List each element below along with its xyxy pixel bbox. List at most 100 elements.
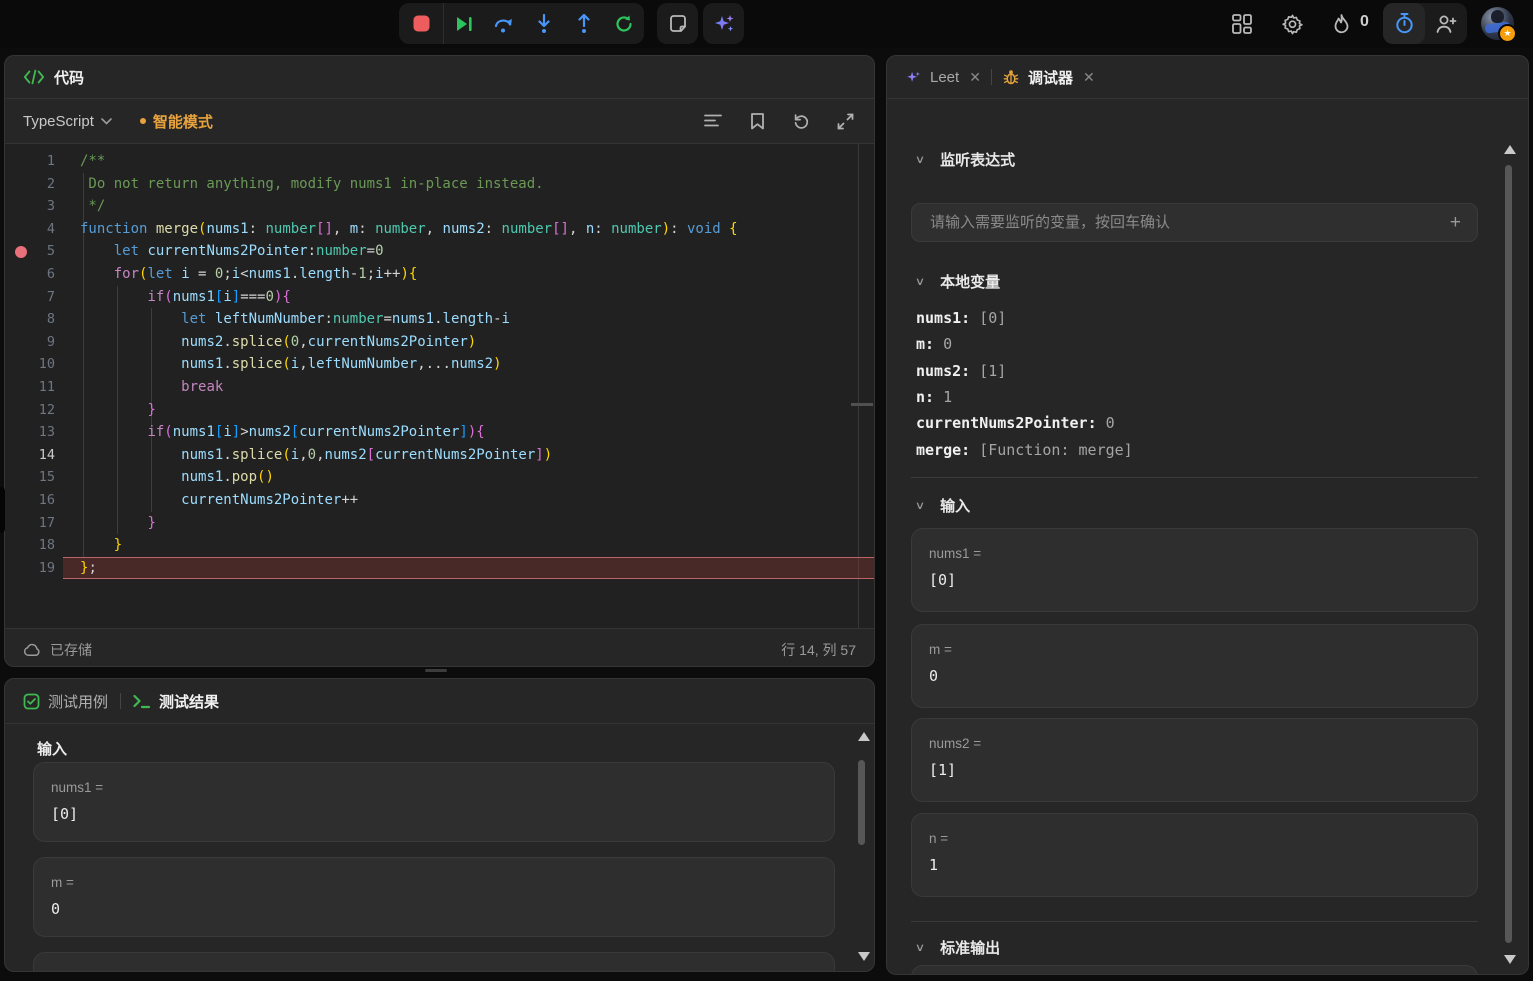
code-line[interactable]: 9 nums2.splice(0,currentNums2Pointer) <box>5 331 874 354</box>
code-line[interactable]: 12 } <box>5 399 874 422</box>
stdout-section-header[interactable]: ∨ 标准输出 <box>887 935 1000 959</box>
line-number[interactable]: 4 <box>5 218 67 241</box>
scroll-down-arrow[interactable] <box>1504 955 1516 964</box>
code-line[interactable]: 18 } <box>5 534 874 557</box>
tab-test-cases-label: 测试用例 <box>48 691 108 712</box>
panel-resize-handle[interactable] <box>425 669 447 672</box>
scroll-up-arrow[interactable] <box>858 732 870 741</box>
add-watch-icon[interactable]: + <box>1450 212 1461 234</box>
code-line-text: let currentNums2Pointer:number=0 <box>67 240 384 263</box>
step-into-button[interactable] <box>524 3 564 44</box>
user-avatar[interactable]: ★ <box>1481 7 1514 40</box>
line-number[interactable]: 7 <box>5 286 67 309</box>
watch-expression-input[interactable] <box>928 213 1450 232</box>
code-line[interactable]: 17 } <box>5 512 874 535</box>
line-number[interactable]: 11 <box>5 376 67 399</box>
editor-ruler <box>858 144 859 628</box>
notes-button[interactable] <box>657 3 698 44</box>
line-number[interactable]: 1 <box>5 150 67 173</box>
language-select[interactable]: TypeScript <box>23 113 112 130</box>
input-section-header[interactable]: ∨ 输入 <box>887 493 970 517</box>
expand-editor-button[interactable] <box>834 110 856 132</box>
app-window: { "topbar": { "controls": [ {"name":"sto… <box>0 0 1533 981</box>
code-line[interactable]: 5 let currentNums2Pointer:number=0 <box>5 240 874 263</box>
ai-assistant-button[interactable] <box>703 3 744 44</box>
settings-button[interactable] <box>1279 11 1305 37</box>
line-number[interactable]: 13 <box>5 421 67 444</box>
locals-section-header[interactable]: ∨ 本地变量 <box>887 269 1000 293</box>
input-card-value: 0 <box>929 667 1460 685</box>
checkbox-icon <box>23 693 40 710</box>
test-card-value: 0 <box>51 900 817 918</box>
step-over-button[interactable] <box>484 3 524 44</box>
code-line[interactable]: 10 nums1.splice(i,leftNumNumber,...nums2… <box>5 353 874 376</box>
tab-debugger-label: 调试器 <box>1028 67 1073 88</box>
code-line[interactable]: 7 if(nums1[i]===0){ <box>5 286 874 309</box>
code-line[interactable]: 6 for(let i = 0;i<nums1.length-1;i++){ <box>5 263 874 286</box>
format-code-button[interactable] <box>702 110 724 132</box>
input-section-title: 输入 <box>940 495 970 516</box>
step-out-button[interactable] <box>564 3 604 44</box>
tab-test-result[interactable]: 测试结果 <box>133 691 219 712</box>
line-number[interactable]: 16 <box>5 489 67 512</box>
timer-button[interactable] <box>1383 3 1425 44</box>
streak-button[interactable] <box>1328 11 1354 37</box>
code-line[interactable]: 3 */ <box>5 195 874 218</box>
debugger-scrollbar-thumb[interactable] <box>1505 165 1512 943</box>
code-line[interactable]: 15 nums1.pop() <box>5 466 874 489</box>
code-line[interactable]: 13 if(nums1[i]>nums2[currentNums2Pointer… <box>5 421 874 444</box>
line-number[interactable]: 10 <box>5 353 67 376</box>
stdout-section-title: 标准输出 <box>940 937 1000 958</box>
continue-button[interactable] <box>444 3 484 44</box>
line-number[interactable]: 14 <box>5 444 67 467</box>
step-over-icon <box>493 14 515 34</box>
tab-debugger[interactable]: 调试器 ✕ <box>1002 67 1095 88</box>
watch-expression-field[interactable]: + <box>911 203 1478 242</box>
code-line[interactable]: 2 Do not return anything, modify nums1 i… <box>5 173 874 196</box>
code-line-text: Do not return anything, modify nums1 in-… <box>67 173 544 196</box>
code-toolbar: TypeScript 智能模式 <box>5 99 874 144</box>
layout-button[interactable] <box>1229 11 1255 37</box>
smart-mode-toggle[interactable]: 智能模式 <box>140 111 213 132</box>
tab-test-cases[interactable]: 测试用例 <box>23 691 108 712</box>
input-card-label: nums1 = <box>929 546 1460 561</box>
watch-section-header[interactable]: ∨ 监听表达式 <box>887 147 1015 171</box>
line-number[interactable]: 15 <box>5 466 67 489</box>
code-line[interactable]: 1/** <box>5 150 874 173</box>
code-line[interactable]: 4function merge(nums1: number[], m: numb… <box>5 218 874 241</box>
line-number[interactable]: 5 <box>5 240 67 263</box>
invite-button[interactable] <box>1425 3 1467 44</box>
test-scrollbar-thumb[interactable] <box>858 760 865 845</box>
close-tab-debugger-icon[interactable]: ✕ <box>1083 69 1095 86</box>
code-line[interactable]: 11 break <box>5 376 874 399</box>
code-line[interactable]: 16 currentNums2Pointer++ <box>5 489 874 512</box>
scroll-up-arrow[interactable] <box>1504 145 1516 154</box>
scroll-down-arrow[interactable] <box>858 952 870 961</box>
line-number[interactable]: 18 <box>5 534 67 557</box>
line-number[interactable]: 12 <box>5 399 67 422</box>
code-line-text: } <box>67 399 156 422</box>
input-card-value: [0] <box>929 571 1460 589</box>
restart-button[interactable] <box>604 3 644 44</box>
line-number[interactable]: 3 <box>5 195 67 218</box>
line-number[interactable]: 19 <box>5 557 67 580</box>
line-number[interactable]: 9 <box>5 331 67 354</box>
close-tab-leet-icon[interactable]: ✕ <box>969 69 981 86</box>
reset-code-button[interactable] <box>790 110 812 132</box>
line-number[interactable]: 8 <box>5 308 67 331</box>
tab-leet[interactable]: Leet ✕ <box>905 69 981 86</box>
input-card: nums2 =[1] <box>911 718 1478 802</box>
line-number[interactable]: 2 <box>5 173 67 196</box>
line-number[interactable]: 17 <box>5 512 67 535</box>
note-icon <box>668 14 688 34</box>
code-line[interactable]: 14 nums1.splice(i,0,nums2[currentNums2Po… <box>5 444 874 467</box>
line-number[interactable]: 6 <box>5 263 67 286</box>
breakpoint-icon[interactable] <box>15 246 27 258</box>
chevron-down-icon: ∨ <box>915 499 925 512</box>
code-panel-header: 代码 <box>5 56 874 99</box>
bookmark-button[interactable] <box>746 110 768 132</box>
code-line[interactable]: 8 let leftNumNumber:number=nums1.length-… <box>5 308 874 331</box>
code-editor[interactable]: 1/**2 Do not return anything, modify num… <box>5 144 874 628</box>
stop-debug-button[interactable] <box>399 3 443 44</box>
input-card: m =0 <box>911 624 1478 708</box>
